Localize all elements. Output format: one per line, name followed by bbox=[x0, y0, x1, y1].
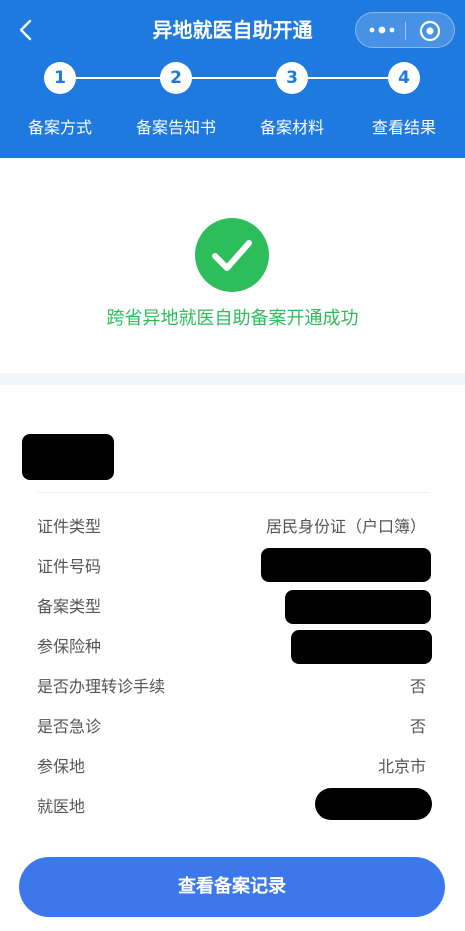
step-4-label: 查看结果 bbox=[371, 118, 436, 137]
view-records-button[interactable]: 查看备案记录 bbox=[19, 857, 445, 917]
step-1-circle: 1 bbox=[44, 62, 76, 94]
detail-key: 参保地 bbox=[37, 757, 86, 776]
redacted-record-type bbox=[285, 590, 431, 624]
detail-key: 证件号码 bbox=[37, 557, 102, 576]
detail-key: 备案类型 bbox=[37, 597, 102, 616]
redacted-treatment-place bbox=[315, 788, 432, 820]
redacted-insurance-type bbox=[291, 630, 432, 664]
detail-row-referral: 是否办理转诊手续 否 bbox=[37, 672, 430, 702]
detail-key: 参保险种 bbox=[37, 637, 102, 656]
detail-key: 就医地 bbox=[37, 797, 86, 816]
step-2-label: 备案告知书 bbox=[135, 118, 216, 137]
detail-value: 否 bbox=[409, 677, 426, 696]
detail-value: 居民身份证（户口簿） bbox=[265, 517, 426, 536]
detail-value: 北京市 bbox=[377, 757, 426, 776]
detail-value: 否 bbox=[409, 717, 426, 736]
step-4-circle: 4 bbox=[388, 62, 420, 94]
top-header: 异地就医自助开通 1 2 3 4 备案方式 备案告知书 备案材料 查看结果 bbox=[0, 0, 465, 158]
close-target-icon[interactable] bbox=[419, 20, 441, 42]
step-2-circle: 2 bbox=[160, 62, 192, 94]
capsule-divider bbox=[405, 22, 406, 40]
step-connector-1 bbox=[76, 77, 160, 79]
detail-key: 证件类型 bbox=[37, 517, 102, 536]
detail-row-insured-place: 参保地 北京市 bbox=[37, 752, 430, 782]
redacted-name bbox=[22, 434, 114, 480]
success-badge bbox=[195, 218, 269, 292]
step-3-circle: 3 bbox=[276, 62, 308, 94]
step-1-label: 备案方式 bbox=[27, 118, 92, 137]
details-divider bbox=[37, 492, 428, 493]
more-dots-icon[interactable] bbox=[368, 20, 396, 40]
detail-row-id-type: 证件类型 居民身份证（户口簿） bbox=[37, 512, 430, 542]
section-divider bbox=[0, 373, 465, 385]
step-connector-2 bbox=[192, 77, 276, 79]
check-icon bbox=[212, 240, 252, 271]
step-connector-3 bbox=[308, 77, 388, 79]
success-section: 跨省异地就医自助备案开通成功 bbox=[0, 158, 465, 373]
step-3-label: 备案材料 bbox=[259, 118, 324, 137]
detail-row-emergency: 是否急诊 否 bbox=[37, 712, 430, 742]
detail-key: 是否急诊 bbox=[37, 717, 102, 736]
redacted-id-number bbox=[261, 548, 431, 582]
detail-key: 是否办理转诊手续 bbox=[37, 677, 166, 696]
mini-program-capsule bbox=[355, 12, 455, 48]
success-message: 跨省异地就医自助备案开通成功 bbox=[106, 308, 359, 329]
